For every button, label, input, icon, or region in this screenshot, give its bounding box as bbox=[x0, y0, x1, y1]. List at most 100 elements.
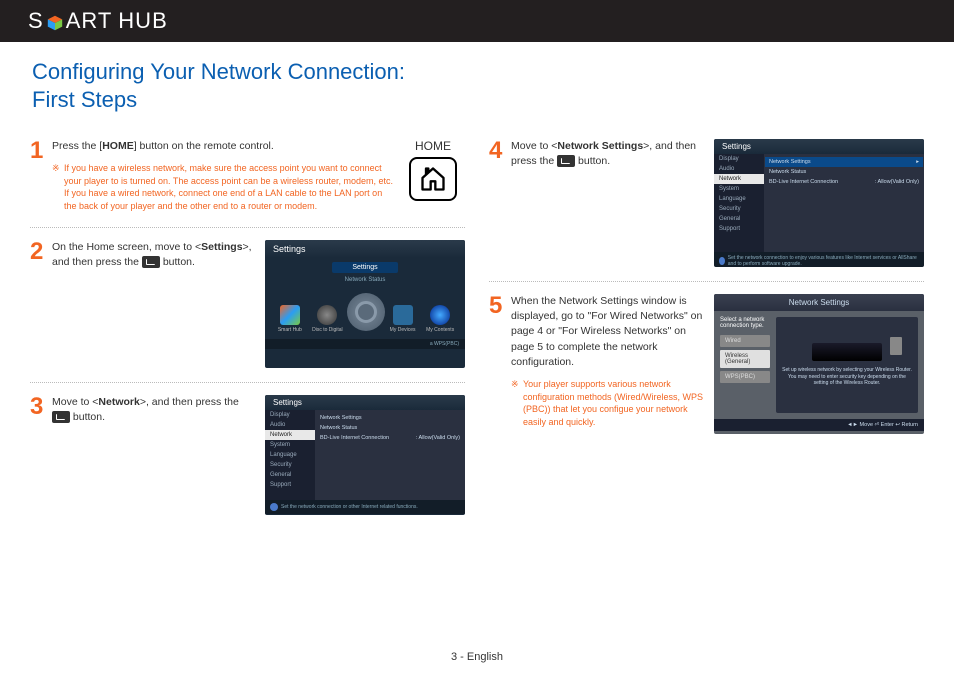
step-number: 2 bbox=[30, 240, 52, 368]
step-text: >, and then press the bbox=[140, 396, 239, 408]
sidebar-item: System bbox=[714, 184, 764, 194]
step-screenshot: Settings Settings Network Status Smart H… bbox=[265, 240, 465, 368]
step-5: 5 When the Network Settings window is di… bbox=[489, 281, 924, 448]
ss-title: Settings bbox=[265, 240, 465, 258]
ss-row-highlighted: Network Settings▸ bbox=[765, 157, 923, 167]
ss-icon-row: Smart Hub Disc to Digital My Devices My … bbox=[265, 283, 465, 339]
ss-menu: Settings bbox=[265, 258, 465, 275]
step-3: 3 Move to <Network>, and then press the … bbox=[30, 382, 465, 529]
info-icon bbox=[270, 503, 278, 511]
logo-art: ART bbox=[66, 8, 113, 34]
step-body: Move to <Network>, and then press the bu… bbox=[52, 395, 265, 515]
ss-body: Display Audio Network System Language Se… bbox=[265, 410, 465, 500]
connection-type-screenshot: Network Settings Select a network connec… bbox=[714, 294, 924, 434]
ss-title: Network Settings bbox=[714, 294, 924, 311]
step-text-bold: HOME bbox=[102, 140, 134, 152]
ss-title: Settings bbox=[265, 395, 465, 410]
sidebar-item-selected: Network bbox=[714, 174, 764, 184]
ss-options: Select a network connection type. Wired … bbox=[720, 317, 770, 413]
page-title: Configuring Your Network Connection: Fir… bbox=[0, 42, 954, 113]
ss-footer: a WPS(PBC) bbox=[265, 339, 465, 349]
page-footer: 3 - English bbox=[0, 651, 954, 663]
step-1: 1 Press the [HOME] button on the remote … bbox=[30, 127, 465, 227]
sidebar-item-selected: Network bbox=[265, 430, 315, 440]
info-icon bbox=[719, 257, 725, 265]
ss-footer: ◄► Move ⏎ Enter ↩ Return bbox=[714, 419, 924, 431]
content-columns: 1 Press the [HOME] button on the remote … bbox=[0, 113, 954, 529]
step-text: ] button on the remote control. bbox=[134, 140, 274, 152]
ss-icon-disc: Disc to Digital bbox=[309, 305, 345, 333]
home-icon bbox=[409, 157, 457, 201]
ss-sidebar: Display Audio Network System Language Se… bbox=[265, 410, 315, 500]
step-text-bold: Settings bbox=[201, 241, 242, 253]
gear-icon bbox=[347, 293, 385, 331]
step-text: Move to < bbox=[511, 140, 557, 152]
ss-row: Network Status bbox=[769, 167, 919, 177]
step-text: button. bbox=[160, 256, 195, 268]
ss-prompt: Select a network connection type. bbox=[720, 317, 770, 329]
ss-body: Select a network connection type. Wired … bbox=[714, 311, 924, 419]
left-column: 1 Press the [HOME] button on the remote … bbox=[30, 127, 465, 529]
step-body: On the Home screen, move to <Settings>, … bbox=[52, 240, 265, 368]
sidebar-item: Audio bbox=[265, 420, 315, 430]
logo-hub: HUB bbox=[118, 8, 167, 34]
sidebar-item: General bbox=[714, 214, 764, 224]
sidebar-item: Support bbox=[714, 224, 764, 234]
right-column: 4 Move to <Network Settings>, and then p… bbox=[489, 127, 924, 529]
ss-title: Settings bbox=[714, 139, 924, 154]
ss-menu-selected: Settings bbox=[332, 262, 397, 273]
enter-button-icon bbox=[52, 411, 70, 423]
step-screenshot: Settings Display Audio Network System La… bbox=[265, 395, 465, 515]
sidebar-item: Display bbox=[714, 154, 764, 164]
sidebar-item: System bbox=[265, 440, 315, 450]
step-body: Press the [HOME] button on the remote co… bbox=[52, 139, 401, 213]
title-line-1: Configuring Your Network Connection: bbox=[32, 58, 954, 86]
home-button-graphic: HOME bbox=[401, 139, 465, 213]
ss-sidebar: Display Audio Network System Language Se… bbox=[714, 154, 764, 252]
step-text: Press the [ bbox=[52, 140, 102, 152]
step-text: On the Home screen, move to < bbox=[52, 241, 201, 253]
sidebar-item: Display bbox=[265, 410, 315, 420]
header-bar: S ART HUB bbox=[0, 0, 954, 42]
ss-icon-devices: My Devices bbox=[385, 305, 421, 333]
step-number: 5 bbox=[489, 294, 511, 434]
ss-row: Network Status bbox=[320, 423, 460, 433]
step-text-bold: Network bbox=[98, 396, 139, 408]
step-number: 3 bbox=[30, 395, 52, 515]
logo-s: S bbox=[28, 8, 44, 34]
step-4: 4 Move to <Network Settings>, and then p… bbox=[489, 127, 924, 281]
step-number: 1 bbox=[30, 139, 52, 213]
ss-icon-smart-hub: Smart Hub bbox=[272, 305, 308, 333]
document-page: S ART HUB Configuring Your Network Conne… bbox=[0, 0, 954, 675]
sidebar-item: Support bbox=[265, 480, 315, 490]
sidebar-item: Language bbox=[714, 194, 764, 204]
ss-icon-gear bbox=[347, 293, 383, 333]
sidebar-item: Security bbox=[265, 460, 315, 470]
step-number: 4 bbox=[489, 139, 511, 267]
ss-row: Network Settings bbox=[320, 413, 460, 423]
ss-option: WPS(PBC) bbox=[720, 371, 770, 383]
step-text: Move to < bbox=[52, 396, 98, 408]
title-line-2: First Steps bbox=[32, 86, 954, 114]
step-body: Move to <Network Settings>, and then pre… bbox=[511, 139, 714, 267]
step-note: Your player supports various network con… bbox=[511, 378, 706, 428]
ss-body: Display Audio Network System Language Se… bbox=[714, 154, 924, 252]
ss-option: Wired bbox=[720, 335, 770, 347]
ss-preview: Set up wireless network by selecting you… bbox=[776, 317, 918, 413]
ss-main: Network Settings▸ Network Status BD-Live… bbox=[764, 154, 924, 252]
step-text: When the Network Settings window is disp… bbox=[511, 295, 702, 368]
step-screenshot: Settings Display Audio Network System La… bbox=[714, 139, 924, 267]
sidebar-item: Security bbox=[714, 204, 764, 214]
ss-footer: Set the network connection or other Inte… bbox=[265, 500, 465, 514]
ss-footer: Set the network connection to enjoy vari… bbox=[714, 252, 924, 267]
ss-option-selected: Wireless (General) bbox=[720, 350, 770, 368]
step-note: If you have a wireless network, make sur… bbox=[52, 162, 393, 212]
settings-home-screenshot: Settings Settings Network Status Smart H… bbox=[265, 240, 465, 368]
ss-icon-contents: My Contents bbox=[422, 305, 458, 333]
step-body: When the Network Settings window is disp… bbox=[511, 294, 714, 434]
enter-button-icon bbox=[557, 155, 575, 167]
network-settings-screenshot: Settings Display Audio Network System La… bbox=[714, 139, 924, 267]
step-2: 2 On the Home screen, move to <Settings>… bbox=[30, 227, 465, 382]
router-icon bbox=[812, 343, 882, 361]
ss-row: BD-Live Internet Connection: Allow(Valid… bbox=[320, 433, 460, 443]
